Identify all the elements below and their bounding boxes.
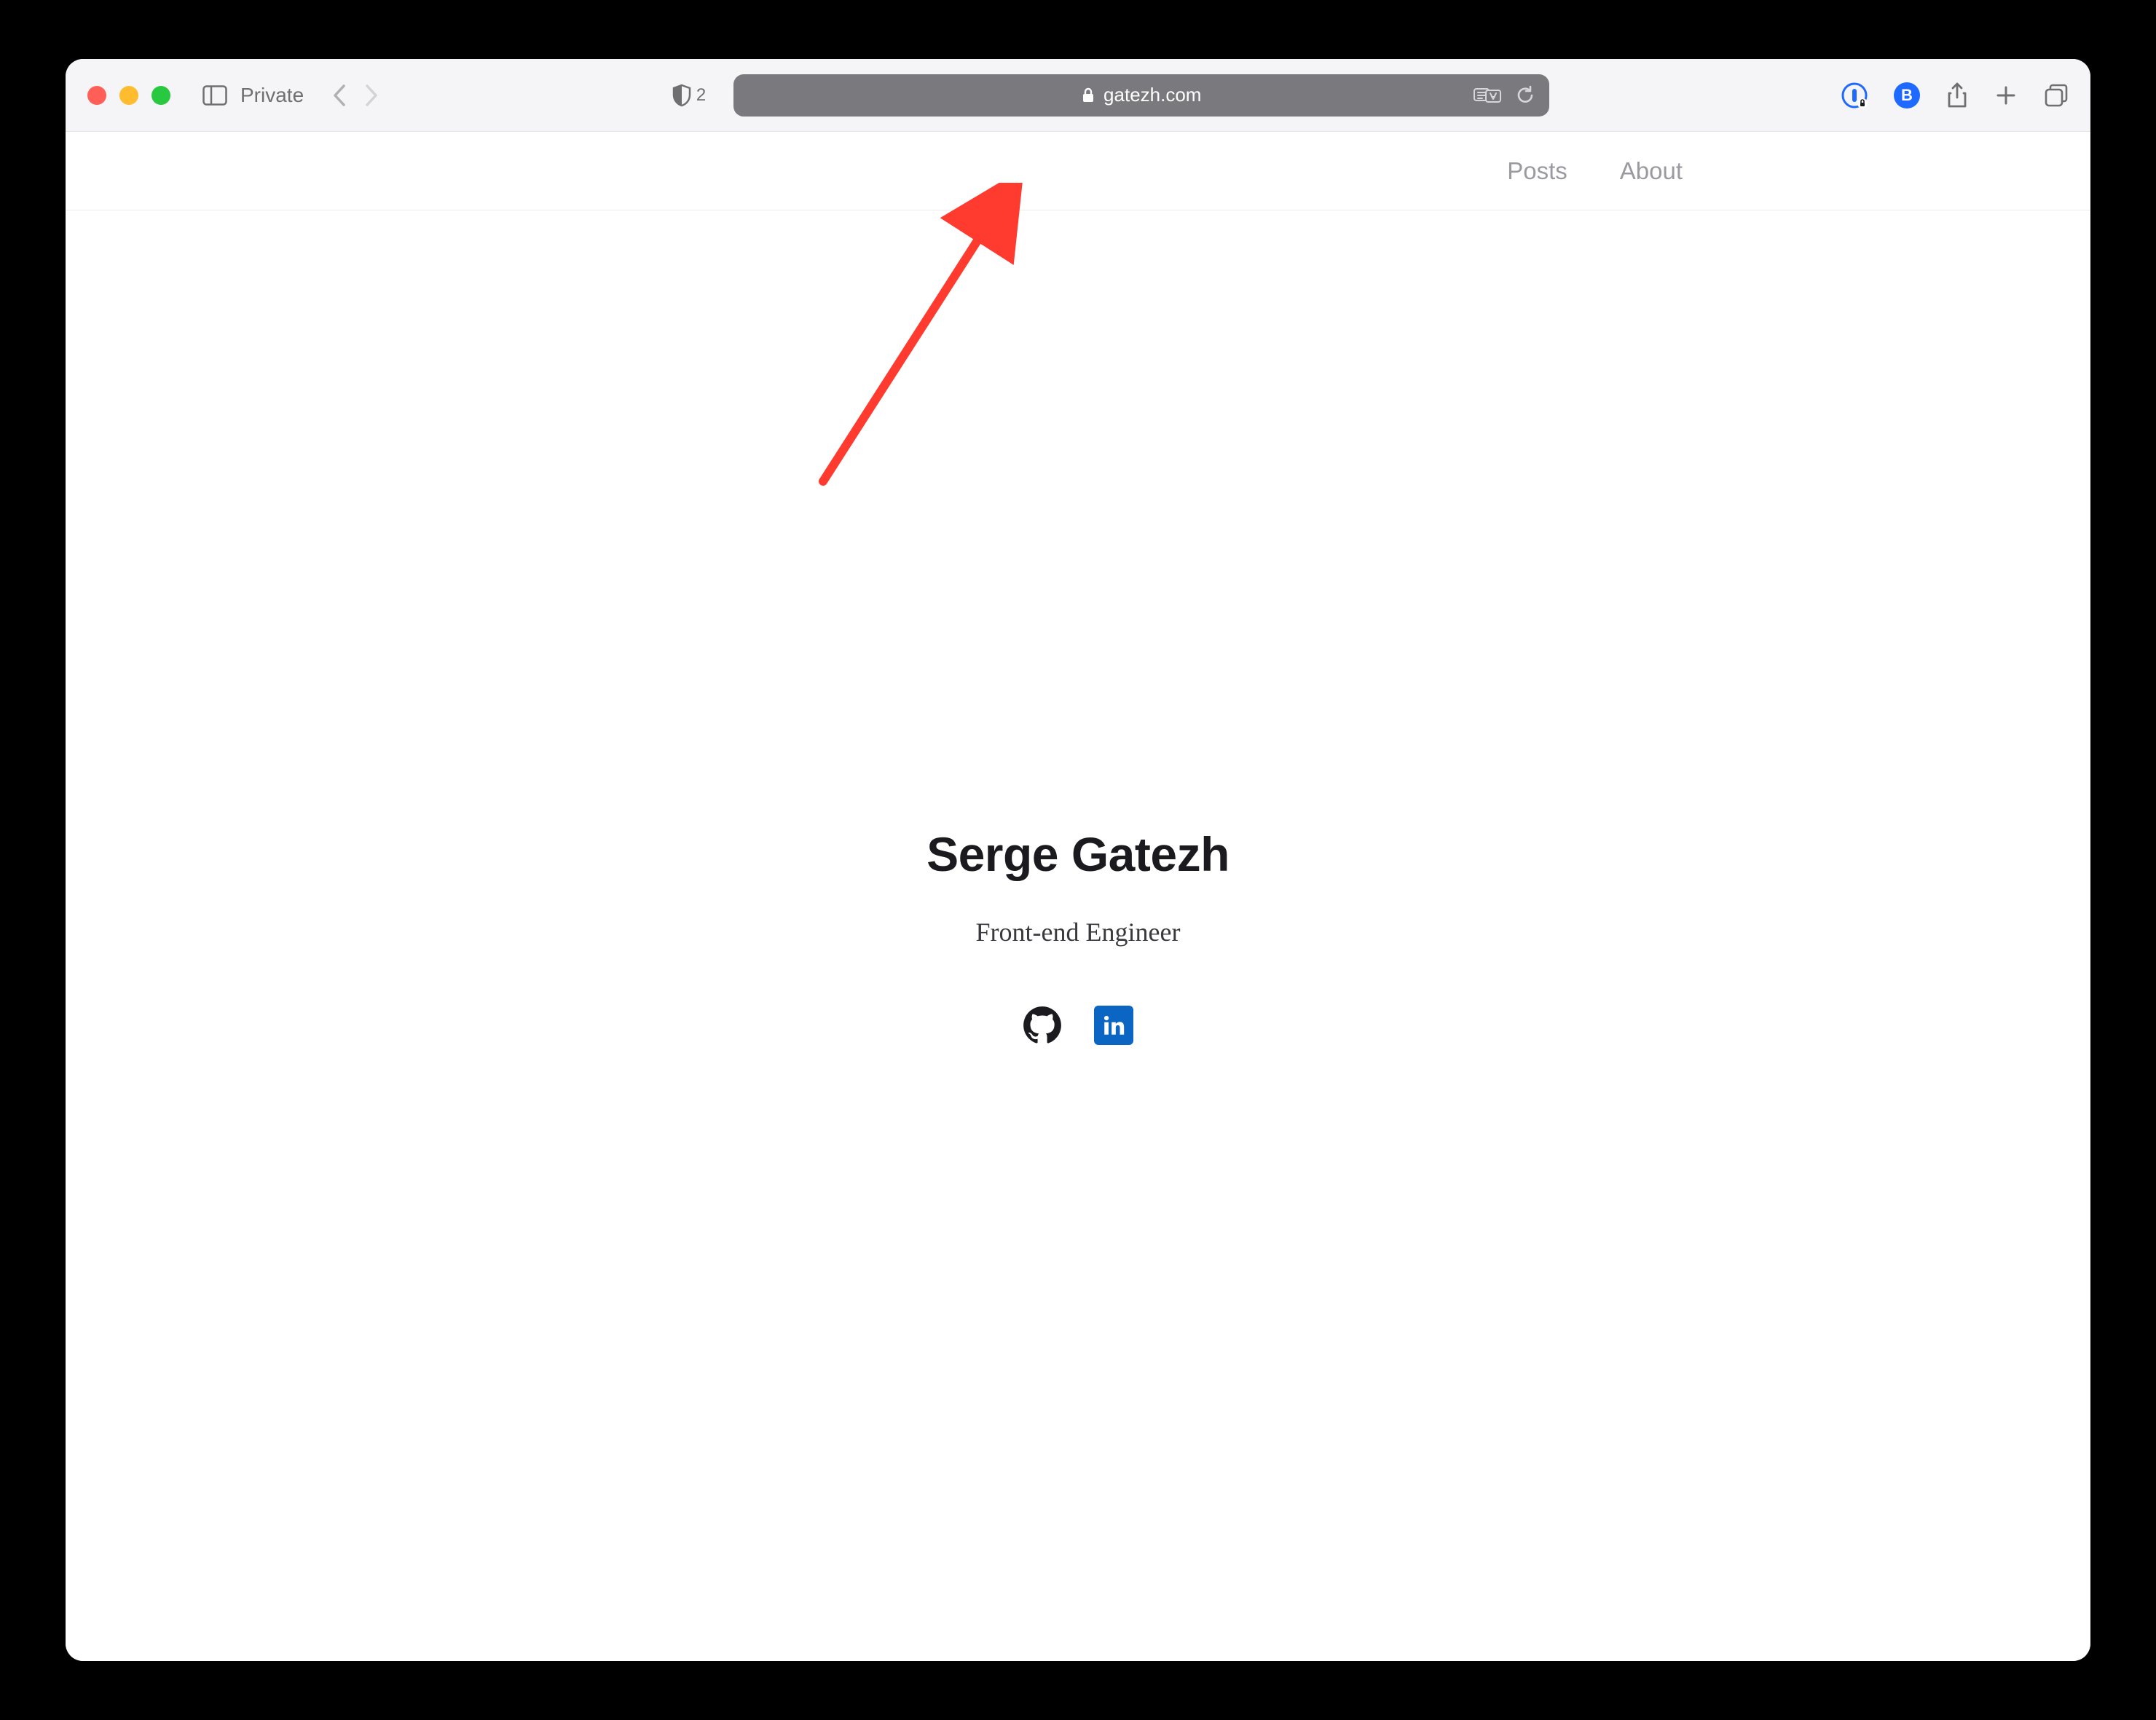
new-tab-button[interactable] [1994,84,2018,107]
back-button[interactable] [331,83,347,108]
close-button[interactable] [87,86,106,105]
maximize-button[interactable] [152,86,170,105]
address-url: gatezh.com [1103,84,1201,106]
toolbar-right: B [1841,82,2069,109]
address-bar-right [1474,85,1535,106]
privacy-shield[interactable]: 2 [672,84,706,107]
browser-toolbar: Private 2 [66,59,2090,132]
tabs-overview-button[interactable] [2044,83,2069,108]
linkedin-icon [1094,1006,1133,1045]
reader-translate-icon[interactable] [1474,86,1501,105]
share-button[interactable] [1946,82,1968,109]
private-mode-label: Private [240,84,304,107]
lock-icon [1082,87,1095,103]
linkedin-link[interactable] [1094,1006,1133,1045]
github-icon [1023,1006,1062,1045]
extension-icon-onepassword[interactable] [1841,82,1868,109]
traffic-lights [87,86,170,105]
page-title: Serge Gatezh [926,827,1230,882]
social-links [1023,1006,1133,1045]
extension-icon-b[interactable]: B [1894,82,1920,109]
nav-link-posts[interactable]: Posts [1507,157,1567,185]
address-bar[interactable]: gatezh.com [733,74,1549,117]
reload-icon[interactable] [1516,85,1535,106]
nav-arrows [331,83,379,108]
hero-section: Serge Gatezh Front-end Engineer [66,210,2090,1661]
github-link[interactable] [1023,1006,1062,1045]
page-subtitle: Front-end Engineer [976,917,1181,947]
forward-button[interactable] [363,83,379,108]
site-nav: Posts About [66,132,2090,210]
browser-window: Private 2 [66,59,2090,1661]
minimize-button[interactable] [119,86,138,105]
sidebar-toggle-icon[interactable] [202,85,227,106]
shield-icon [672,84,692,107]
nav-link-about[interactable]: About [1620,157,1683,185]
address-content: gatezh.com [1082,84,1201,106]
shield-count: 2 [696,85,706,106]
page-content: Posts About Serge Gatezh Front-end Engin… [66,132,2090,1661]
